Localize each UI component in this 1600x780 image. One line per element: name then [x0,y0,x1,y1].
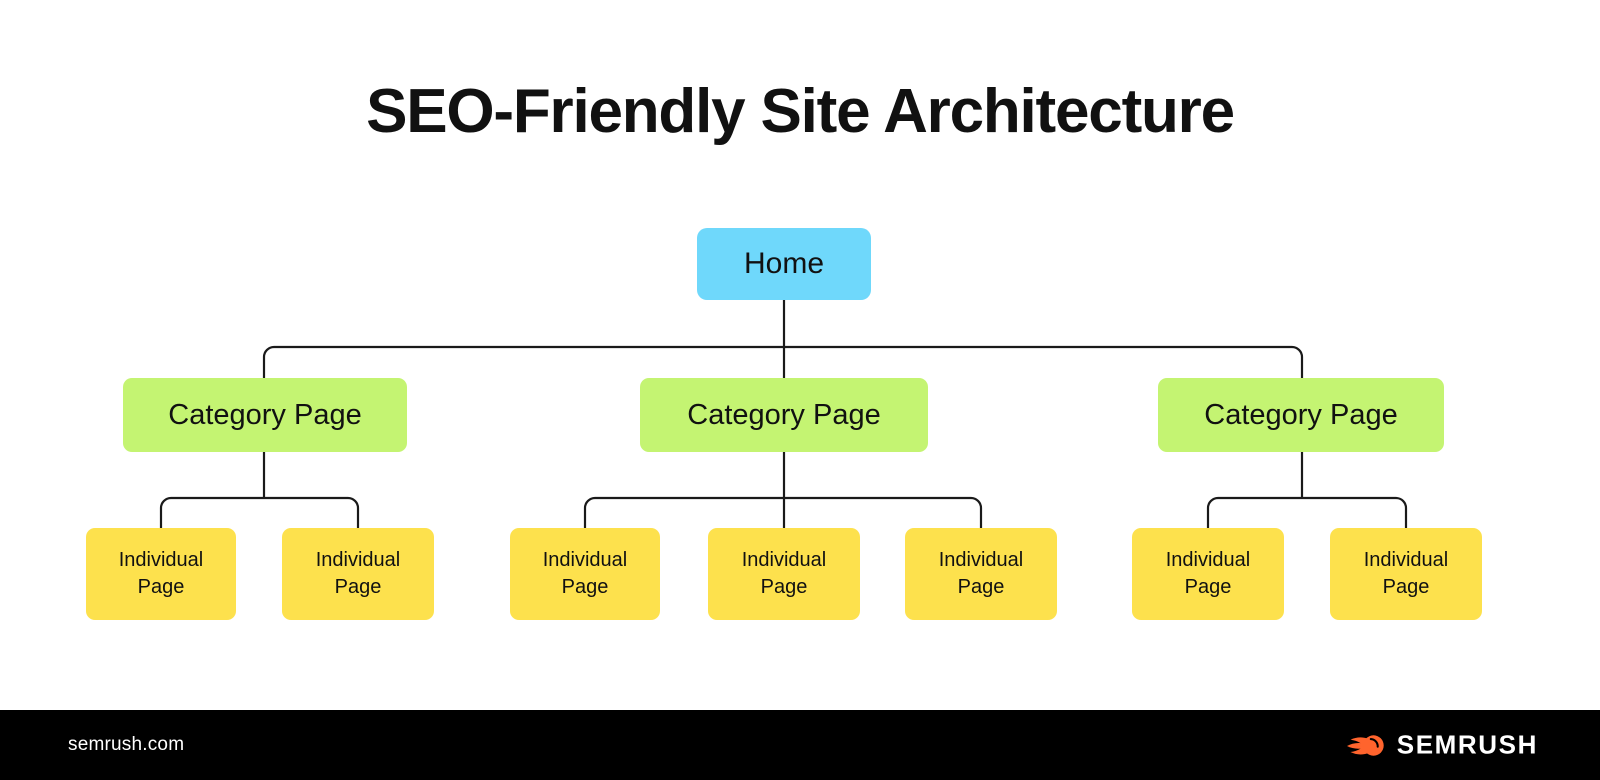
node-category-3: Category Page [1158,378,1444,452]
semrush-logo: SEMRUSH [1345,730,1538,761]
node-individual-5: Individual Page [905,528,1057,620]
node-individual-3-label: Individual Page [542,549,628,598]
node-individual-5-label: Individual Page [938,549,1024,598]
edge-cat1-to-ind2 [264,496,360,528]
node-home-label: Home [743,247,825,280]
footer-bar: semrush.com SEMRUSH [0,710,1600,780]
edge-home-to-cat1 [262,345,784,378]
node-individual-1-label: Individual Page [118,549,204,598]
edge-cat3-to-ind7 [1302,496,1408,528]
semrush-comet-icon [1346,734,1384,756]
node-individual-7: Individual Page [1330,528,1482,620]
node-category-2-label: Category Page [687,398,881,431]
edge-cat2-to-ind5 [784,496,983,528]
node-home: Home [697,228,871,300]
node-category-1-label: Category Page [168,398,362,431]
node-category-2: Category Page [640,378,928,452]
edge-home-to-cat3 [784,345,1304,378]
edge-cat3-to-ind6 [1206,496,1302,528]
node-individual-7-label: Individual Page [1363,549,1449,598]
edge-cat1-to-ind1 [159,496,264,528]
edge-cat2-to-ind3 [583,496,784,528]
page-title: SEO-Friendly Site Architecture [366,77,1235,146]
node-individual-6: Individual Page [1132,528,1284,620]
node-individual-2-label: Individual Page [315,549,401,598]
node-category-1: Category Page [123,378,407,452]
node-individual-4-label: Individual Page [741,549,827,598]
footer-url: semrush.com [68,734,185,755]
node-individual-4: Individual Page [708,528,860,620]
semrush-wordmark: SEMRUSH [1396,729,1538,760]
node-individual-3: Individual Page [510,528,660,620]
node-individual-2: Individual Page [282,528,434,620]
node-individual-6-label: Individual Page [1165,549,1251,598]
node-individual-1: Individual Page [86,528,236,620]
node-category-3-label: Category Page [1204,398,1398,431]
